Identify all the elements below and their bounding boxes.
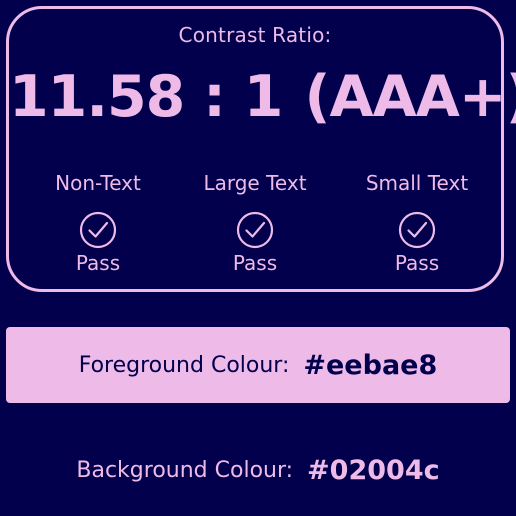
background-colour-row[interactable]: Background Colour: #02004c	[0, 432, 516, 508]
foreground-colour-label: Foreground Colour:	[78, 352, 290, 378]
background-colour-label: Background Colour:	[76, 457, 294, 483]
contrast-ratio-caption: Contrast Ratio:	[178, 23, 332, 47]
check-circle-icon	[79, 211, 117, 249]
compliance-checks: Non-Text Pass Large Text Pass Small Text	[9, 169, 501, 289]
check-circle-icon	[398, 211, 436, 249]
check-non-text: Non-Text Pass	[23, 169, 173, 277]
foreground-colour-value[interactable]: #eebae8	[303, 350, 437, 381]
contrast-ratio-value: 11.58 : 1 (AAA+)	[9, 69, 516, 126]
check-large-text: Large Text Pass	[180, 169, 330, 277]
contrast-ratio-card: Contrast Ratio: 11.58 : 1 (AAA+) Non-Text…	[6, 6, 516, 292]
check-result: Pass	[232, 251, 278, 275]
check-label: Large Text	[203, 171, 307, 195]
check-result: Pass	[75, 251, 121, 275]
check-label: Small Text	[365, 171, 469, 195]
ratio-number: 11.58 : 1	[9, 64, 283, 130]
check-result: Pass	[394, 251, 440, 275]
background-colour-value[interactable]: #02004c	[307, 455, 440, 486]
check-circle-icon	[236, 211, 274, 249]
check-small-text: Small Text Pass	[342, 169, 492, 277]
ratio-grade: (AAA+)	[304, 64, 516, 130]
foreground-colour-row[interactable]: Foreground Colour: #eebae8	[6, 327, 510, 403]
check-label: Non-Text	[55, 171, 141, 195]
